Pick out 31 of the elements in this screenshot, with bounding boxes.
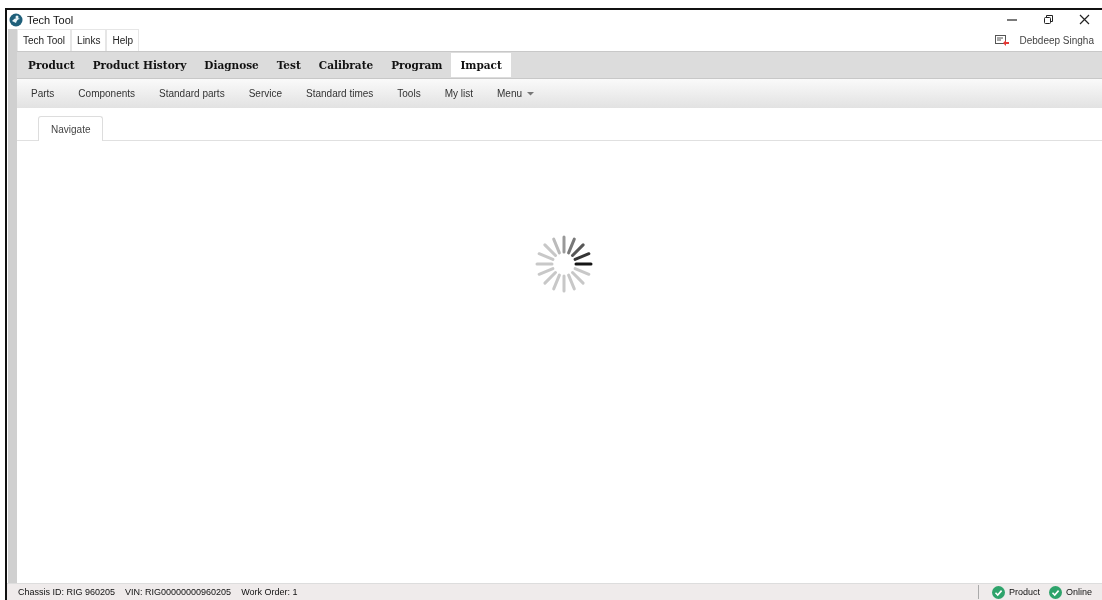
menu-item[interactable]: Links [71, 29, 107, 51]
window-title: Tech Tool [27, 13, 74, 26]
sub-menu-item[interactable]: Standard times [294, 82, 386, 105]
menu-item[interactable]: Help [106, 29, 139, 51]
sub-menu-item[interactable]: Service [236, 82, 294, 105]
app-logo-icon [9, 12, 23, 27]
main-tab[interactable]: Product History [83, 53, 196, 77]
main-tab[interactable]: Product [19, 53, 84, 77]
content-tab[interactable]: Navigate [38, 116, 104, 141]
main-tab[interactable]: Test [267, 53, 310, 77]
caret-icon [527, 91, 534, 96]
sub-menu-item[interactable]: Tools [385, 82, 433, 105]
sub-menu-item[interactable]: Parts [19, 82, 67, 105]
status-text: VIN: RIG00000000960205 [125, 587, 232, 597]
close-icon [1078, 14, 1090, 25]
restore-icon [1042, 14, 1054, 25]
sub-menu-item[interactable]: Components [66, 82, 148, 105]
user-message-icon [995, 33, 1010, 47]
status-text: Chassis ID: RIG 960205 [18, 587, 116, 597]
main-tab[interactable]: Impact [451, 53, 511, 77]
main-tab[interactable]: Program [382, 53, 452, 77]
status-text: Work Order: 1 [241, 587, 298, 597]
menu-dropdown[interactable]: Menu [485, 82, 546, 105]
main-tab[interactable]: Calibrate [309, 53, 383, 77]
status-indicator-label: Product [1008, 587, 1040, 597]
user-name: Debdeep Singha [1019, 34, 1094, 46]
sub-menu-item[interactable]: My list [432, 82, 485, 105]
status-indicator-label: Online [1066, 587, 1092, 597]
menu-item[interactable]: Tech Tool [17, 29, 72, 51]
sub-menu-item[interactable]: Standard parts [147, 82, 237, 105]
main-tab[interactable]: Diagnose [195, 53, 268, 77]
